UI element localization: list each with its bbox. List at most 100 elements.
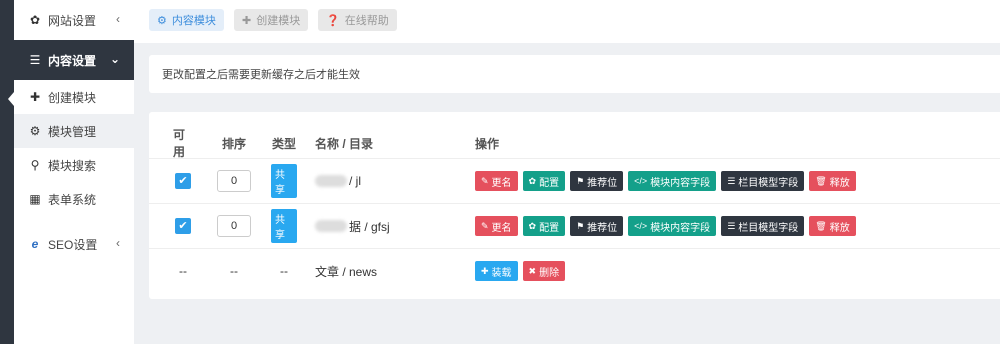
list-icon: ☰ [727, 220, 736, 231]
online-help-button[interactable]: ❓ 在线帮助 [318, 9, 397, 31]
list-icon: ☰ [29, 53, 41, 67]
module-fields-button[interactable]: </> 模块内容字段 [628, 216, 717, 236]
plus-icon: ✚ [242, 14, 252, 27]
button-label: 配置 [539, 222, 560, 234]
delete-button[interactable]: ✖ 删除 [522, 261, 566, 281]
button-label: 更名 [491, 177, 512, 189]
table-row: ✔ 0 共享 据 / gfsj ✎ 更名 ✿ 配置 ⚑ 推荐位 </> 模块内容字段 ☰… [149, 204, 1000, 249]
header-actions: 操作 [475, 136, 500, 151]
header-sort: 排序 [221, 136, 246, 151]
button-label: 内容模块 [171, 15, 216, 27]
category-fields-button[interactable]: ☰ 栏目模型字段 [721, 171, 805, 191]
button-label: 装载 [491, 267, 512, 279]
button-label: 释放 [829, 222, 850, 234]
sidebar-item-label: 网站设置 [48, 13, 97, 28]
install-button[interactable]: ✚ 装载 [475, 261, 518, 281]
sidebar-item-seo-settings[interactable]: e SEO设置 ‹ [14, 224, 134, 264]
sidebar-item-label: SEO设置 [48, 237, 98, 252]
button-label: 模块内容字段 [650, 222, 711, 234]
rename-button[interactable]: ✎ 更名 [475, 216, 518, 236]
notice-text: 更改配置之后需要更新缓存之后才能生效 [162, 69, 360, 81]
chevron-down-icon: ⌄ [109, 52, 120, 66]
chevron-left-icon: ‹ [116, 236, 120, 250]
flag-icon: ⚑ [576, 220, 585, 231]
close-icon: ✖ [528, 265, 537, 276]
enabled-checkbox[interactable]: ✔ [175, 218, 191, 234]
recommend-button[interactable]: ⚑ 推荐位 [570, 216, 624, 236]
cogs-icon: ⚙ [157, 14, 167, 27]
release-button[interactable]: 🗑 释放 [809, 171, 856, 191]
left-edge-bar [0, 0, 14, 344]
sort-value: -- [230, 264, 238, 278]
sidebar-item-module-search[interactable]: ⚲ 模块搜索 [14, 148, 134, 182]
button-label: 释放 [829, 177, 850, 189]
button-label: 删除 [539, 267, 560, 279]
rename-button[interactable]: ✎ 更名 [475, 171, 518, 191]
enabled-checkbox[interactable]: ✔ [175, 173, 191, 189]
create-module-button[interactable]: ✚ 创建模块 [234, 9, 309, 31]
search-icon: ⚲ [30, 158, 40, 172]
table-row: -- -- -- 文章 / news ✚ 装载 ✖ 删除 [149, 249, 1000, 293]
button-label: 创建模块 [256, 15, 301, 27]
code-icon: </> [634, 221, 648, 231]
sidebar-item-label: 创建模块 [48, 90, 97, 105]
redacted-text [315, 175, 347, 187]
config-button[interactable]: ✿ 配置 [522, 216, 566, 236]
ie-icon: e [31, 237, 39, 251]
button-label: 栏目模型字段 [738, 177, 799, 189]
module-name: / jl [349, 174, 361, 188]
header-enabled: 可用 [173, 128, 186, 159]
sidebar-item-label: 模块搜索 [48, 158, 97, 173]
content-module-button[interactable]: ⚙ 内容模块 [149, 9, 224, 31]
sort-input[interactable]: 0 [217, 170, 251, 192]
table-header: 可用 排序 类型 名称 / 目录 操作 [149, 128, 1000, 159]
button-label: 在线帮助 [344, 15, 389, 27]
module-fields-button[interactable]: </> 模块内容字段 [628, 171, 717, 191]
button-label: 栏目模型字段 [738, 222, 799, 234]
sort-input[interactable]: 0 [217, 215, 251, 237]
table-icon: ▦ [29, 192, 41, 206]
toolbar: ⚙ 内容模块 ✚ 创建模块 ❓ 在线帮助 [134, 0, 1000, 43]
plus-icon: ✚ [481, 265, 489, 276]
flag-icon: ⚑ [576, 175, 585, 186]
sidebar: ✿ 网站设置 ‹ ☰ 内容设置 ⌄ ✚ 创建模块 ⚙ 模块管理 ⚲ 模块搜索 ▦… [14, 0, 134, 344]
redacted-text [315, 220, 347, 232]
config-button[interactable]: ✿ 配置 [522, 171, 566, 191]
category-fields-button[interactable]: ☰ 栏目模型字段 [721, 216, 805, 236]
sidebar-item-label: 模块管理 [48, 124, 97, 139]
code-icon: </> [634, 176, 648, 186]
gear-icon: ✿ [29, 13, 41, 27]
sidebar-item-create-module[interactable]: ✚ 创建模块 [14, 80, 134, 114]
sidebar-item-label: 内容设置 [48, 53, 97, 68]
button-label: 更名 [491, 222, 512, 234]
enabled-value: -- [179, 264, 187, 278]
list-icon: ☰ [727, 175, 736, 186]
plus-icon: ✚ [29, 90, 41, 104]
header-type: 类型 [271, 136, 296, 151]
sidebar-item-site-settings[interactable]: ✿ 网站设置 ‹ [14, 0, 134, 40]
module-name: 文章 / news [315, 264, 378, 279]
notice-bar: 更改配置之后需要更新缓存之后才能生效 [149, 55, 1000, 93]
trash-icon: 🗑 [815, 220, 827, 231]
module-table: 可用 排序 类型 名称 / 目录 操作 ✔ 0 共享 / jl ✎ 更名 ✿ 配置 … [149, 112, 1000, 299]
recommend-button[interactable]: ⚑ 推荐位 [570, 171, 624, 191]
gear-icon: ✿ [528, 220, 537, 231]
trash-icon: 🗑 [815, 175, 827, 186]
button-label: 配置 [539, 177, 560, 189]
edit-icon: ✎ [481, 220, 489, 231]
button-label: 模块内容字段 [650, 177, 711, 189]
question-circle-icon: ❓ [326, 14, 340, 27]
module-name: 据 / gfsj [349, 219, 390, 234]
sidebar-item-form-system[interactable]: ▦ 表单系统 [14, 182, 134, 216]
release-button[interactable]: 🗑 释放 [809, 216, 856, 236]
sidebar-item-module-management[interactable]: ⚙ 模块管理 [14, 114, 134, 148]
sidebar-item-label: 表单系统 [48, 192, 97, 207]
cogs-icon: ⚙ [29, 124, 41, 138]
button-label: 推荐位 [587, 222, 618, 234]
chevron-left-icon: ‹ [116, 12, 120, 26]
table-row: ✔ 0 共享 / jl ✎ 更名 ✿ 配置 ⚑ 推荐位 </> 模块内容字段 ☰ 栏目模型… [149, 159, 1000, 204]
gear-icon: ✿ [528, 175, 537, 186]
edit-icon: ✎ [481, 175, 489, 186]
type-value: -- [280, 264, 288, 278]
sidebar-item-content-settings[interactable]: ☰ 内容设置 ⌄ [14, 40, 134, 80]
